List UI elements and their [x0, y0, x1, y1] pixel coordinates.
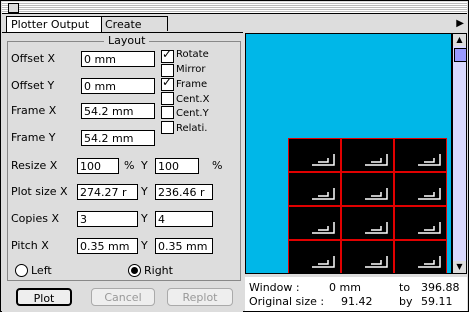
window-to-label: to [399, 281, 411, 294]
window-to-value: 396.88 [421, 281, 460, 294]
rotate-checkbox[interactable] [161, 47, 174, 63]
plot-size-y-label: Y [141, 185, 148, 198]
copies-y-label: Y [141, 212, 148, 225]
copies-y-field[interactable]: 4 [155, 211, 213, 227]
layout-legend: Layout [104, 34, 150, 47]
scroll-down-arrow-icon[interactable]: ▼ [453, 261, 466, 273]
frame-x-field[interactable]: 54.2 mm [81, 103, 155, 119]
right-radio[interactable] [128, 264, 141, 277]
plot-copy-cell [341, 206, 394, 240]
layout-group: Layout Offset X 0 mm Offset Y 0 mm Frame… [7, 34, 241, 281]
plot-copy-cell [288, 138, 341, 172]
original-height-value: 59.11 [421, 295, 453, 308]
plot-copy-cell [394, 240, 447, 273]
left-radio[interactable] [15, 264, 28, 277]
plot-copy-cell [341, 172, 394, 206]
frame-mark-icon [361, 187, 388, 200]
window-label: Window : [249, 281, 300, 294]
scroll-thumb[interactable] [454, 48, 467, 62]
plot-size-y-field[interactable]: 236.46 r [155, 184, 213, 200]
right-radio-label: Right [144, 264, 173, 277]
plot-copy-cell [288, 240, 341, 273]
relati-label: Relati. [176, 123, 208, 134]
frame-mark-icon [414, 153, 441, 166]
plot-copy-cell [394, 206, 447, 240]
plot-copy-cell [288, 206, 341, 240]
size-info: Window : 0 mm to 396.88 Original size : … [245, 277, 467, 311]
resize-y-field[interactable]: 100 [155, 158, 199, 174]
cent-x-checkbox[interactable] [161, 92, 174, 105]
frame-label: Frame [176, 79, 208, 90]
frame-mark-icon [361, 255, 388, 268]
scroll-up-arrow-icon[interactable]: ▲ [453, 34, 466, 46]
frame-mark-icon [361, 153, 388, 166]
frame-mark-icon [414, 255, 441, 268]
tab-plotter-output[interactable]: Plotter Output [6, 16, 102, 32]
plot-copy-cell [394, 172, 447, 206]
original-by-label: by [399, 295, 413, 308]
original-width-value: 91.42 [341, 295, 373, 308]
frame-mark-icon [308, 153, 335, 166]
pitch-label: Pitch X [11, 239, 49, 252]
left-radio-label: Left [31, 264, 52, 277]
relati-checkbox[interactable] [161, 121, 174, 134]
title-bar[interactable] [2, 2, 467, 14]
plot-size-label: Plot size X [11, 185, 68, 198]
tab-scroll-arrow-icon[interactable]: ▶ [456, 18, 464, 29]
window-from-value: 0 mm [329, 281, 361, 294]
original-size-label: Original size : [249, 295, 325, 308]
settings-panel: Layout Offset X 0 mm Offset Y 0 mm Frame… [2, 32, 243, 312]
mirror-label: Mirror [176, 64, 206, 75]
cent-y-checkbox[interactable] [161, 106, 174, 119]
offset-x-field[interactable]: 0 mm [81, 51, 155, 67]
tab-create[interactable]: Create [100, 16, 168, 31]
frame-mark-icon [414, 221, 441, 234]
cent-x-label: Cent.X [176, 94, 210, 105]
cancel-button[interactable]: Cancel [91, 288, 155, 306]
frame-mark-icon [308, 221, 335, 234]
copies-label: Copies X [11, 212, 59, 225]
frame-checkbox[interactable] [161, 75, 174, 91]
frame-x-label: Frame X [11, 104, 57, 117]
pitch-y-field[interactable]: 0.35 mm [155, 238, 213, 254]
tab-bar: Plotter Output Create ▶ [2, 14, 467, 32]
resize-x-percent: % [124, 159, 135, 172]
pitch-x-field[interactable]: 0.35 mm [77, 238, 138, 254]
resize-label: Resize X [11, 159, 58, 172]
offset-y-label: Offset Y [11, 79, 55, 92]
pitch-y-label: Y [141, 239, 148, 252]
resize-y-percent: % [212, 159, 223, 172]
frame-y-label: Frame Y [11, 131, 56, 144]
frame-mark-icon [308, 255, 335, 268]
offset-y-field[interactable]: 0 mm [81, 78, 155, 94]
cent-y-label: Cent.Y [176, 108, 209, 119]
frame-y-field[interactable]: 54.2 mm [81, 130, 155, 146]
plot-copy-cell [341, 240, 394, 273]
plot-size-x-field[interactable]: 274.27 r [77, 184, 138, 200]
close-box-icon[interactable] [8, 3, 19, 13]
plot-copy-cell [341, 138, 394, 172]
frame-mark-icon [414, 187, 441, 200]
copies-x-field[interactable]: 3 [77, 211, 138, 227]
frame-mark-icon [361, 221, 388, 234]
rotate-label: Rotate [176, 49, 209, 60]
plot-copy-cell [288, 172, 341, 206]
plot-preview[interactable] [245, 33, 452, 274]
frame-mark-icon [308, 187, 335, 200]
resize-x-field[interactable]: 100 [77, 158, 119, 174]
offset-x-label: Offset X [11, 52, 56, 65]
preview-vertical-scrollbar[interactable]: ▲ ▼ [452, 33, 467, 274]
plot-copy-cell [394, 138, 447, 172]
resize-y-label: Y [141, 159, 148, 172]
plotter-window: Plotter Output Create ▶ Layout Offset X … [0, 0, 469, 312]
plot-button[interactable]: Plot [16, 288, 72, 306]
replot-button[interactable]: Replot [167, 288, 233, 306]
